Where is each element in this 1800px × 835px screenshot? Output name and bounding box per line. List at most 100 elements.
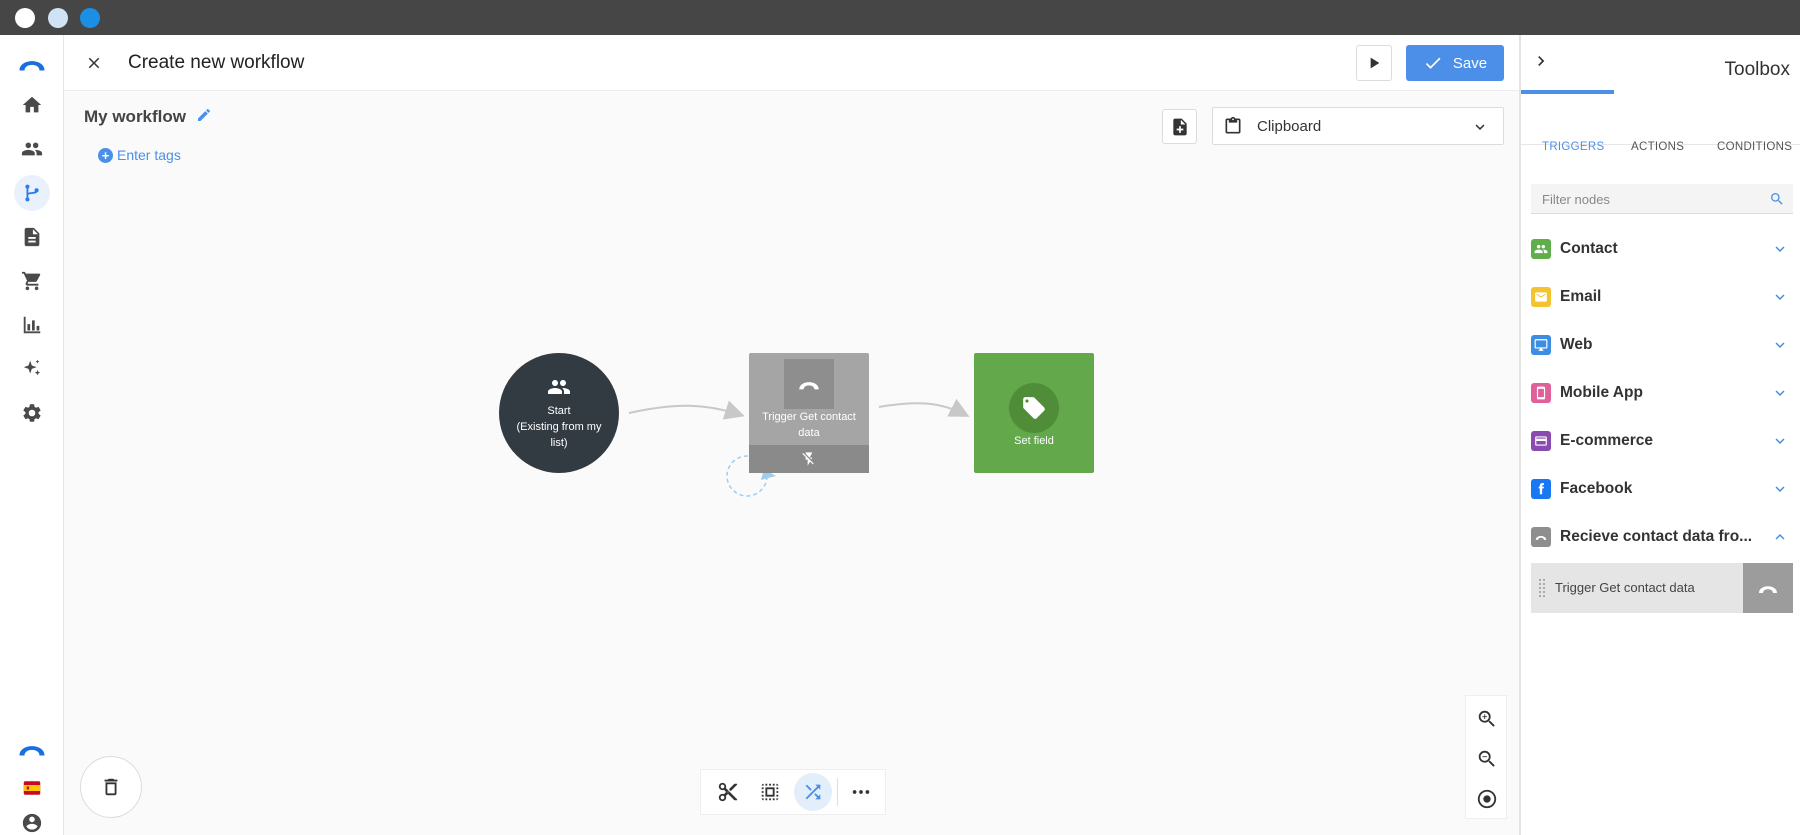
save-button[interactable]: Save — [1406, 45, 1504, 81]
search-icon[interactable] — [1769, 191, 1785, 207]
category-label: Email — [1560, 288, 1602, 305]
analytics-icon[interactable] — [14, 307, 50, 343]
left-navigation — [0, 35, 64, 835]
tab-actions[interactable]: ACTIONS — [1631, 141, 1684, 153]
more-horizontal-icon — [852, 790, 870, 794]
toolbar-divider — [836, 778, 838, 806]
scissors-icon — [718, 782, 737, 802]
language-flag-spain-icon[interactable] — [14, 770, 50, 806]
enter-tags-button[interactable]: + Enter tags — [98, 147, 181, 163]
chevron-right-icon — [1538, 56, 1545, 66]
settings-gear-icon[interactable] — [14, 395, 50, 431]
start-node-title: Start — [547, 405, 571, 417]
tab-triggers[interactable]: TRIGGERS — [1542, 141, 1604, 153]
enter-tags-label: Enter tags — [117, 147, 181, 163]
category-label: Web — [1560, 336, 1593, 353]
brand-logo-icon[interactable] — [14, 730, 50, 766]
toolbox-panel: Toolbox TRIGGERS ACTIONS CONDITIONS Cont… — [1519, 35, 1800, 835]
monitor-icon — [1531, 335, 1551, 355]
start-node[interactable]: Start (Existing from my list) — [499, 353, 619, 473]
workflow-name: My workflow — [84, 107, 187, 126]
select-area-tool-button[interactable] — [752, 773, 790, 811]
edit-name-pencil-icon[interactable] — [196, 107, 214, 125]
collapse-panel-button[interactable] — [1531, 51, 1551, 71]
run-workflow-button[interactable] — [1356, 45, 1392, 81]
category-label: Contact — [1560, 240, 1618, 257]
add-circle-icon: + — [98, 147, 113, 163]
trigger-node-footer — [749, 445, 869, 473]
card-icon — [1531, 431, 1551, 451]
zoom-out-icon — [1478, 750, 1495, 767]
cart-icon[interactable] — [14, 263, 50, 299]
delete-button[interactable] — [80, 756, 142, 818]
trigger-get-contact-data-item[interactable]: Trigger Get contact data — [1531, 563, 1793, 613]
category-e-commerce[interactable]: E-commerce — [1531, 423, 1793, 459]
category-web[interactable]: Web — [1531, 327, 1793, 363]
clipboard-icon — [1223, 116, 1243, 136]
start-node-subtitle: (Existing from my list) — [516, 421, 602, 449]
edge-trigger-to-setfield — [878, 398, 970, 417]
zoom-out-button[interactable] — [1474, 746, 1500, 772]
workflows-icon[interactable] — [14, 175, 50, 211]
sparkle-icon[interactable] — [14, 351, 50, 387]
category-label: E-commerce — [1560, 432, 1654, 449]
window-titlebar — [0, 0, 1800, 35]
filter-nodes-field — [1531, 184, 1793, 214]
category-recieve-contact-data[interactable]: Recieve contact data fro... — [1531, 519, 1793, 555]
user-account-icon[interactable] — [14, 805, 50, 835]
people-icon — [547, 375, 571, 399]
start-node-label: Start (Existing from my list) — [509, 403, 609, 451]
window-close-dot[interactable] — [15, 8, 35, 28]
check-icon — [1425, 57, 1441, 69]
trash-icon — [104, 778, 118, 796]
category-email[interactable]: Email — [1531, 279, 1793, 315]
chevron-down-icon — [1771, 432, 1789, 450]
webhook-icon — [1531, 527, 1551, 547]
play-icon — [1370, 57, 1380, 69]
auto-layout-tool-button[interactable] — [794, 773, 832, 811]
chevron-down-icon — [1771, 480, 1789, 498]
set-field-node-label: Set field — [1014, 435, 1054, 447]
note-add-icon — [1172, 118, 1187, 135]
window-minimize-dot[interactable] — [48, 8, 68, 28]
tab-conditions[interactable]: CONDITIONS — [1717, 141, 1792, 153]
filter-nodes-input[interactable] — [1531, 184, 1761, 214]
save-button-label: Save — [1452, 54, 1488, 72]
home-icon[interactable] — [14, 87, 50, 123]
window-maximize-dot[interactable] — [80, 8, 100, 28]
trigger-node-label: Trigger Get contact data — [762, 411, 856, 439]
zoom-controls — [1465, 695, 1507, 819]
canvas-toolbar — [700, 769, 886, 815]
facebook-icon — [1531, 479, 1551, 499]
cut-tool-button[interactable] — [709, 773, 747, 811]
zoom-in-button[interactable] — [1474, 706, 1500, 732]
close-button[interactable] — [82, 51, 106, 75]
toolbox-tabs: TRIGGERS ACTIONS CONDITIONS — [1521, 105, 1800, 153]
add-to-clipboard-button[interactable] — [1162, 109, 1197, 144]
workflow-canvas[interactable]: My workflow + Enter tags Clipboard Start… — [64, 91, 1519, 835]
app-logo-icon[interactable] — [14, 45, 50, 81]
webhook-icon — [784, 359, 834, 409]
active-tab-indicator — [1521, 90, 1614, 94]
people-icon — [1531, 239, 1551, 259]
toolbox-title: Toolbox — [1724, 59, 1791, 80]
trigger-node[interactable]: Trigger Get contact data — [749, 353, 869, 473]
clipboard-label: Clipboard — [1257, 118, 1322, 135]
set-field-node[interactable]: Set field — [974, 353, 1094, 473]
category-label: Mobile App — [1560, 384, 1643, 401]
toolbox-item-label: Trigger Get contact data — [1555, 580, 1695, 595]
drag-handle-icon[interactable] — [1539, 579, 1545, 597]
category-facebook[interactable]: Facebook — [1531, 471, 1793, 507]
center-view-button[interactable] — [1474, 786, 1500, 812]
clipboard-dropdown[interactable]: Clipboard — [1212, 107, 1504, 145]
document-icon[interactable] — [14, 219, 50, 255]
more-options-button[interactable] — [842, 773, 880, 811]
chevron-down-icon — [1771, 336, 1789, 354]
close-icon — [88, 57, 100, 69]
edge-start-to-trigger — [628, 400, 745, 420]
category-label: Recieve contact data fro... — [1560, 528, 1753, 545]
category-contact[interactable]: Contact — [1531, 231, 1793, 267]
webhook-icon — [1743, 563, 1793, 613]
contacts-icon[interactable] — [14, 131, 50, 167]
category-mobile-app[interactable]: Mobile App — [1531, 375, 1793, 411]
